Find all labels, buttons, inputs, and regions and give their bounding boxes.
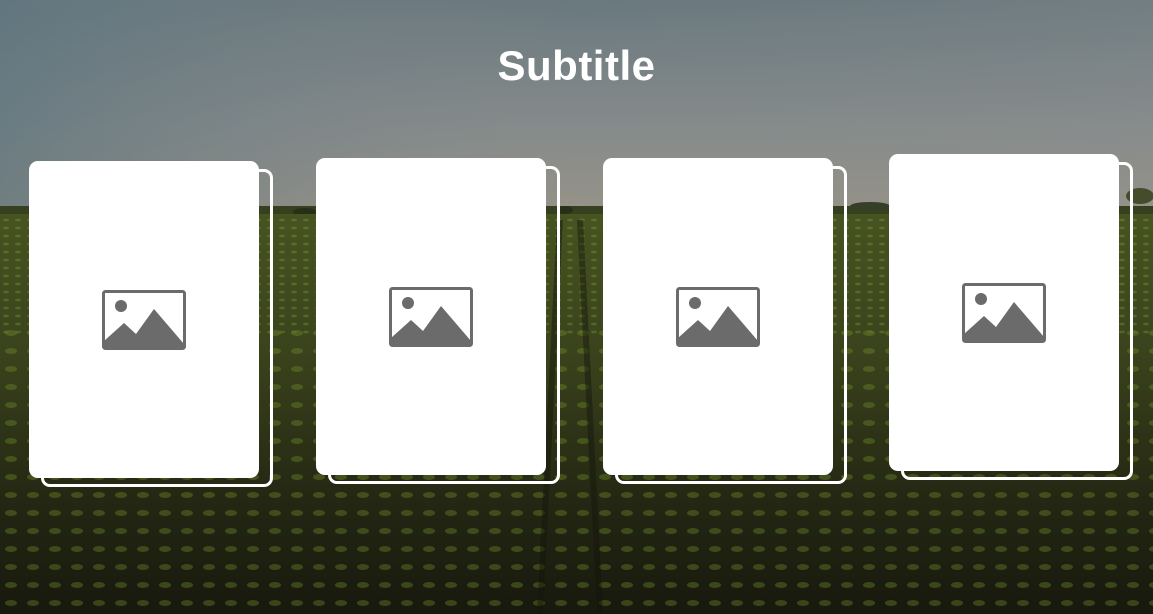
- image-card[interactable]: [889, 154, 1133, 482]
- image-card[interactable]: [29, 161, 273, 489]
- section-subtitle: Subtitle: [497, 42, 656, 89]
- image-placeholder-icon: [962, 282, 1046, 343]
- image-placeholder-icon: [676, 286, 760, 347]
- card-surface[interactable]: [603, 158, 833, 475]
- card-surface[interactable]: [29, 161, 259, 478]
- image-placeholder-icon: [389, 286, 473, 347]
- image-card[interactable]: [603, 158, 847, 486]
- card-surface[interactable]: [316, 158, 546, 475]
- image-card[interactable]: [316, 158, 560, 486]
- card-surface[interactable]: [889, 154, 1119, 471]
- hero-section: Subtitle: [0, 0, 1153, 614]
- image-placeholder-icon: [102, 289, 186, 350]
